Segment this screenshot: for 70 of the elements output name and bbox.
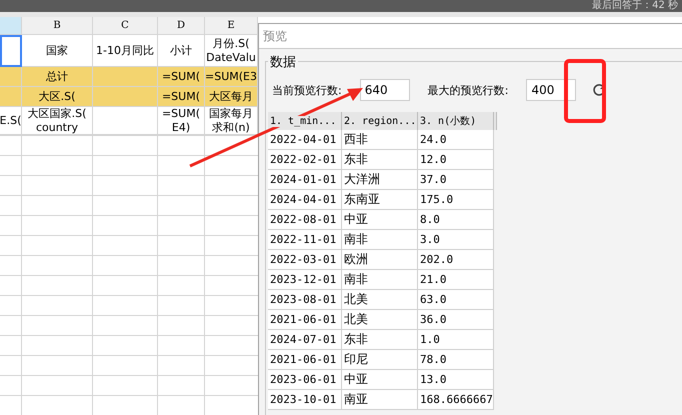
table-cell: 2023-08-01 bbox=[268, 290, 342, 310]
table-cell: 78.0 bbox=[418, 350, 494, 370]
column-header[interactable]: 1. t_min... bbox=[268, 112, 342, 130]
table-cell: 3.0 bbox=[418, 230, 494, 250]
field-label: 最大的预览行数: bbox=[428, 82, 508, 98]
status-text: 最后回答于：42 秒 bbox=[592, 0, 678, 12]
table-cell: 2024-04-01 bbox=[268, 190, 342, 210]
field-label: 当前预览行数: bbox=[272, 82, 342, 98]
group-title: 数据 bbox=[268, 53, 298, 71]
table-cell: 中亚 bbox=[342, 370, 418, 390]
input-field[interactable]: 640 bbox=[360, 79, 410, 101]
table-cell: 2022-02-01 bbox=[268, 150, 342, 170]
table-cell: 2022-03-01 bbox=[268, 250, 342, 270]
table-cell: 大洋洲 bbox=[342, 170, 418, 190]
table-cell: 2024-01-01 bbox=[268, 170, 342, 190]
table-cell: =SUM( E4) bbox=[158, 107, 205, 135]
column-header[interactable]: 2. region... bbox=[342, 112, 418, 130]
table-cell: 欧洲 bbox=[342, 250, 418, 270]
table-cell: 2023-10-01 bbox=[268, 390, 342, 410]
table-cell: 东非 bbox=[342, 150, 418, 170]
table-cell: 国家每月 求和(n) bbox=[205, 107, 258, 135]
table-cell: 2023-12-01 bbox=[268, 270, 342, 290]
table-cell: =SUM(E3 bbox=[205, 67, 258, 87]
table-cell: 月份.S( DateValu bbox=[205, 35, 258, 67]
column-header[interactable]: 3. n(小数) bbox=[418, 112, 494, 130]
table-cell: 12.0 bbox=[418, 150, 494, 170]
table-cell: 168.6666667 bbox=[418, 390, 494, 410]
table-cell: 63.0 bbox=[418, 290, 494, 310]
table-cell: 175.0 bbox=[418, 190, 494, 210]
window-title: 预览 bbox=[263, 28, 287, 44]
table-cell: 24.0 bbox=[418, 130, 494, 150]
table-cell: 2022-08-01 bbox=[268, 210, 342, 230]
table-cell: 南非 bbox=[342, 270, 418, 290]
table-cell: 2021-06-01 bbox=[268, 310, 342, 330]
table-cell: 北美 bbox=[342, 310, 418, 330]
table-cell: 东南亚 bbox=[342, 190, 418, 210]
table-cell: 13.0 bbox=[418, 370, 494, 390]
table-cell: 南亚 bbox=[342, 390, 418, 410]
table-cell: 2024-07-01 bbox=[268, 330, 342, 350]
table-cell: 北美 bbox=[342, 290, 418, 310]
column-header[interactable]: C bbox=[93, 17, 158, 35]
table-cell: 37.0 bbox=[418, 170, 494, 190]
table-cell: 东非 bbox=[342, 330, 418, 350]
column-header[interactable]: B bbox=[22, 17, 93, 35]
table-cell: 2022-11-01 bbox=[268, 230, 342, 250]
table-cell: 小计 bbox=[158, 35, 205, 67]
table-cell: E.S( bbox=[0, 107, 22, 135]
column-header[interactable]: E bbox=[205, 17, 258, 35]
table-cell: 大区.S( bbox=[22, 87, 93, 107]
table-cell: 21.0 bbox=[418, 270, 494, 290]
table-cell: 印尼 bbox=[342, 350, 418, 370]
table-cell: 2022-04-01 bbox=[268, 130, 342, 150]
table-cell: 大区每月 bbox=[205, 87, 258, 107]
table-cell: 国家 bbox=[22, 35, 93, 67]
table-cell: 8.0 bbox=[418, 210, 494, 230]
table-cell: 202.0 bbox=[418, 250, 494, 270]
table-cell: 2023-06-01 bbox=[268, 370, 342, 390]
column-header[interactable]: D bbox=[158, 17, 205, 35]
table-cell: 1-10月同比 bbox=[93, 35, 158, 67]
table-cell: =SUM( bbox=[158, 87, 205, 107]
table-cell: 南非 bbox=[342, 230, 418, 250]
table-cell: =SUM( bbox=[158, 67, 205, 87]
table-cell: 大区国家.S( country bbox=[22, 107, 93, 135]
table-cell: 总计 bbox=[22, 67, 93, 87]
table-cell: 36.0 bbox=[418, 310, 494, 330]
table-cell: 1.0 bbox=[418, 330, 494, 350]
table-cell: 2021-06-01 bbox=[268, 350, 342, 370]
input-field[interactable]: 400 bbox=[526, 79, 576, 101]
table-cell: 西非 bbox=[342, 130, 418, 150]
table-cell: 中亚 bbox=[342, 210, 418, 230]
